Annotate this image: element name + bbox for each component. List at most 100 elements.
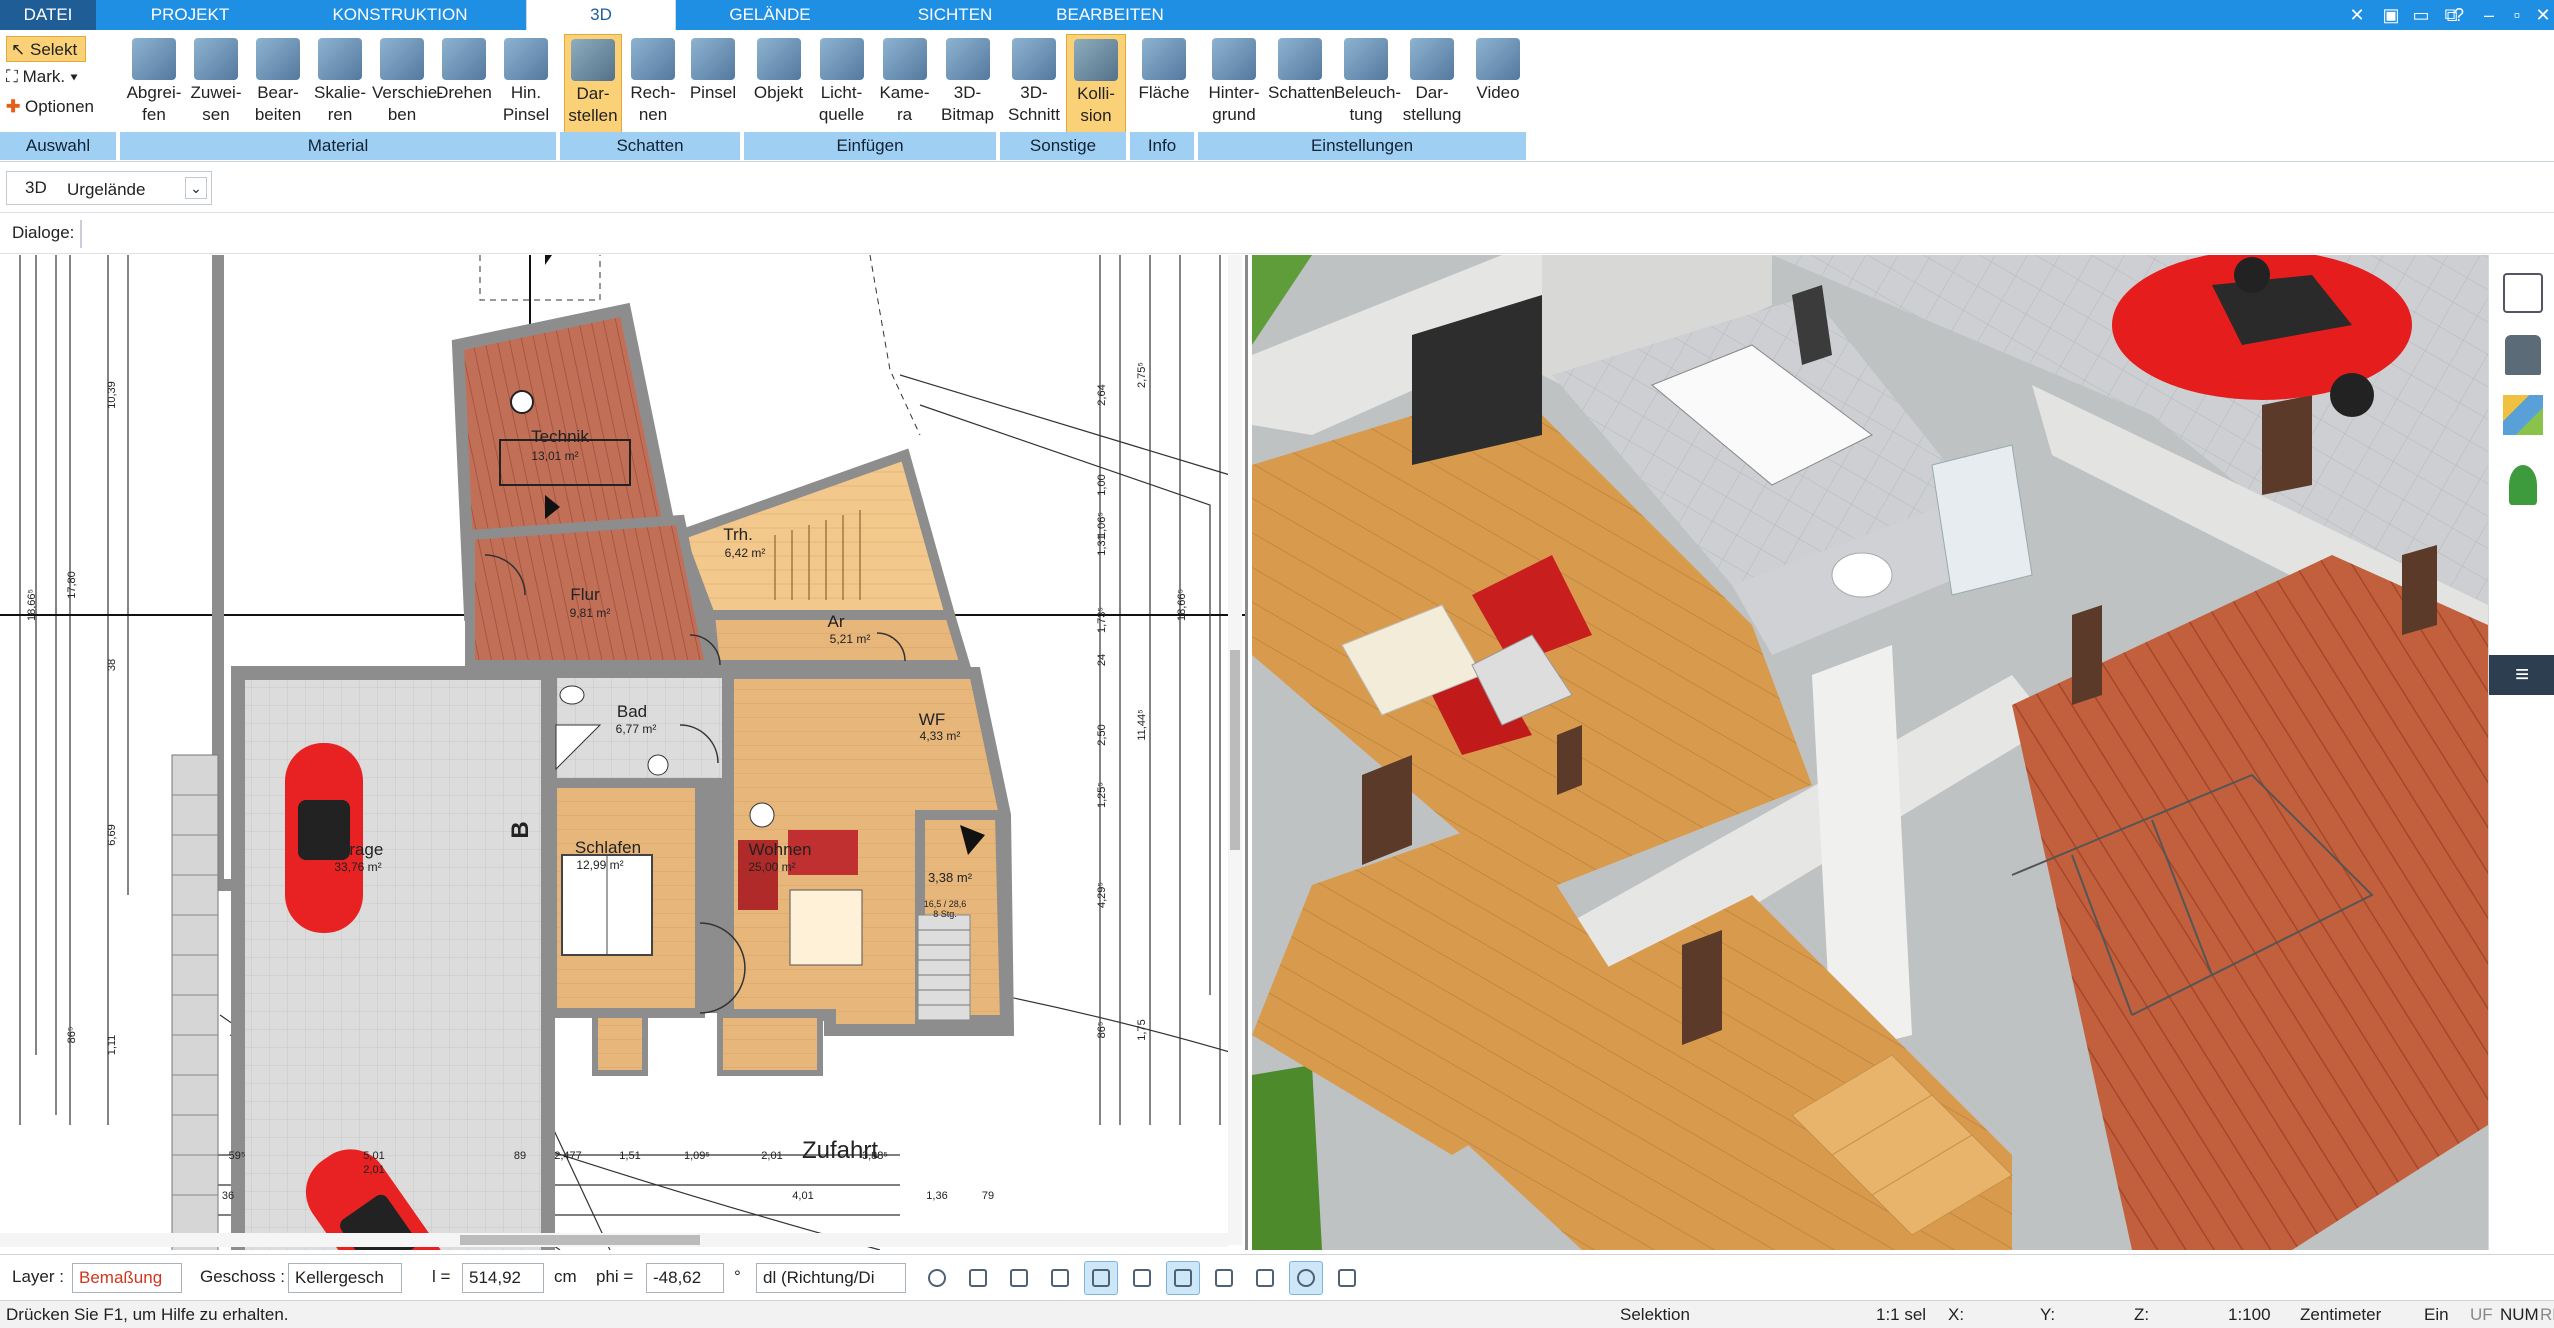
layers-icon[interactable] xyxy=(2503,273,2543,313)
window-icon[interactable]: ▭ xyxy=(2408,3,2434,27)
view-selector[interactable]: 3D Urgelände ⌄ xyxy=(6,171,212,205)
einstellungen-button-0[interactable]: Hinter- grund xyxy=(1202,34,1266,134)
stack-icon[interactable] xyxy=(1207,1261,1241,1295)
dl-select[interactable]: dl (Richtung/Di xyxy=(756,1263,906,1293)
material-button-0[interactable]: Abgrei- fen xyxy=(124,34,184,134)
scrollbar-thumb[interactable] xyxy=(460,1235,700,1245)
mark-button[interactable]: ⛶ Mark. ▾ xyxy=(6,64,78,90)
terrain-icon[interactable] xyxy=(1084,1261,1118,1295)
length-input[interactable]: 514,92 xyxy=(462,1263,544,1293)
phi-input[interactable]: -48,62 xyxy=(646,1263,724,1293)
geschoss-value: Kellergesch xyxy=(295,1268,384,1287)
close-icon[interactable]: ✕ xyxy=(2530,3,2554,27)
chair-icon xyxy=(756,38,801,80)
tools-icon[interactable]: ✕ xyxy=(2344,3,2370,27)
options-button[interactable]: ✚ Optionen xyxy=(6,94,94,120)
einfuegen-label: 3D- Bitmap xyxy=(941,83,994,124)
floorplan-drawing: Technik 13,01 m² Trh. 6,42 m² Flur 9,81 … xyxy=(0,255,1245,1250)
geschoss-label: Geschoss : xyxy=(200,1267,286,1286)
room-label: Schlafen xyxy=(575,838,641,857)
layer-label: Layer : xyxy=(12,1267,64,1286)
3d-viewport[interactable] xyxy=(1252,255,2488,1250)
display-icon xyxy=(1410,38,1454,80)
einstellungen-label: Hinter- grund xyxy=(1208,83,1260,124)
hamburger-icon[interactable]: ≡ xyxy=(2489,655,2554,695)
einfuegen-button-2[interactable]: Kame- ra xyxy=(874,34,935,134)
room-area: 6,42 m² xyxy=(725,546,766,560)
select-button[interactable]: ↖ Selekt xyxy=(6,36,86,62)
dl-value: dl (Richtung/Di xyxy=(763,1268,875,1287)
wave-icon[interactable] xyxy=(1125,1261,1159,1295)
tab-bearbeiten[interactable]: BEARBEITEN xyxy=(1040,0,1180,30)
einfuegen-button-0[interactable]: Objekt xyxy=(748,34,809,134)
material-button-1[interactable]: Zuwei- sen xyxy=(186,34,246,134)
schatten-button-2[interactable]: Pinsel xyxy=(684,34,742,134)
chevron-down-icon[interactable]: ⌄ xyxy=(185,177,207,199)
tab-3d[interactable]: 3D xyxy=(526,0,676,30)
einstellungen-button-3[interactable]: Dar- stellung xyxy=(1400,34,1464,134)
tab-gelaende[interactable]: GELÄNDE xyxy=(700,0,840,30)
schatten-button-1[interactable]: Rech- nen xyxy=(624,34,682,134)
material-button-5[interactable]: Drehen xyxy=(434,34,494,134)
geschoss-select[interactable]: Kellergesch xyxy=(288,1263,402,1293)
grid-icon-glyph xyxy=(1256,1269,1274,1287)
minimize-icon[interactable]: – xyxy=(2476,3,2502,27)
material-button-3[interactable]: Skalie- ren xyxy=(310,34,370,134)
info-button-0[interactable]: Fläche xyxy=(1134,34,1194,134)
tab-datei[interactable]: DATEI xyxy=(0,0,96,30)
room-garage[interactable] xyxy=(231,666,555,1250)
material-button-2[interactable]: Bear- beiten xyxy=(248,34,308,134)
scrollbar-thumb[interactable] xyxy=(1230,650,1240,850)
room-area: 13,01 m² xyxy=(531,449,578,463)
compute-icon xyxy=(631,38,675,80)
chair-icon[interactable] xyxy=(2505,335,2541,375)
einfuegen-button-1[interactable]: Licht- quelle xyxy=(811,34,872,134)
layer-icon[interactable] xyxy=(1166,1261,1200,1295)
einstellungen-button-4[interactable]: Video xyxy=(1466,34,1530,134)
palette-icon[interactable] xyxy=(2503,395,2543,435)
brush-icon xyxy=(691,38,735,80)
einstellungen-label: Dar- stellung xyxy=(1402,83,1462,124)
room-area: 4,33 m² xyxy=(920,729,961,743)
layer-select[interactable]: Bemaßung xyxy=(72,1263,182,1293)
tab-sichten[interactable]: SICHTEN xyxy=(880,0,1030,30)
dim-label: 89 xyxy=(514,1150,526,1162)
rotate-icon xyxy=(442,38,486,80)
folder-icon[interactable]: ▣ xyxy=(2378,3,2404,27)
assign-icon xyxy=(194,38,238,80)
edit-icon xyxy=(256,38,300,80)
status-toolbar: Layer : Bemaßung Geschoss : Kellergesch … xyxy=(0,1254,2554,1300)
help-bar: Drücken Sie F1, um Hilfe zu erhalten. Se… xyxy=(0,1300,2554,1328)
dim-label: 1,75 xyxy=(1136,1019,1148,1040)
einstellungen-button-1[interactable]: Schatten xyxy=(1268,34,1335,134)
room-trh[interactable] xyxy=(673,448,957,620)
schatten-button-0[interactable]: Dar- stellen xyxy=(564,34,622,134)
sonstige-button-0[interactable]: 3D- Schnitt xyxy=(1004,34,1064,134)
material-button-4[interactable]: Verschie- ben xyxy=(372,34,443,134)
help-icon[interactable]: ? xyxy=(2446,3,2472,27)
section-label: B xyxy=(507,821,534,838)
dim-label: 18,66⁵ xyxy=(26,589,38,621)
material-button-6[interactable]: Hin. Pinsel xyxy=(496,34,556,134)
walk-icon[interactable] xyxy=(1002,1261,1036,1295)
einfuegen-button-3[interactable]: 3D- Bitmap xyxy=(937,34,998,134)
layer-value: Bemaßung xyxy=(79,1268,163,1287)
sonstige-button-1[interactable]: Kolli- sion xyxy=(1066,34,1126,134)
rf-text: RF xyxy=(2540,1305,2554,1324)
floorplan-viewport[interactable]: Technik 13,01 m² Trh. 6,42 m² Flur 9,81 … xyxy=(0,255,1248,1250)
north-icon[interactable] xyxy=(1289,1261,1323,1295)
ribbon-tab-bar: DATEI PROJEKT KONSTRUKTION 3D GELÄNDE SI… xyxy=(0,0,2554,30)
dim-label: 86⁵ xyxy=(1096,1022,1108,1039)
dim-label: 17,80 xyxy=(66,571,78,599)
unit-text: Zentimeter xyxy=(2300,1305,2382,1324)
einstellungen-button-2[interactable]: Beleuch- tung xyxy=(1334,34,1401,134)
clock-icon[interactable] xyxy=(920,1261,954,1295)
render-icon[interactable] xyxy=(1043,1261,1077,1295)
tab-konstruktion[interactable]: KONSTRUKTION xyxy=(300,0,500,30)
more-icon[interactable] xyxy=(1330,1261,1364,1295)
monitor-icon[interactable] xyxy=(961,1261,995,1295)
grid-icon[interactable] xyxy=(1248,1261,1282,1295)
maximize-icon[interactable]: ▫ xyxy=(2504,3,2530,27)
tree-icon[interactable] xyxy=(2509,465,2537,505)
tab-projekt[interactable]: PROJEKT xyxy=(110,0,270,30)
